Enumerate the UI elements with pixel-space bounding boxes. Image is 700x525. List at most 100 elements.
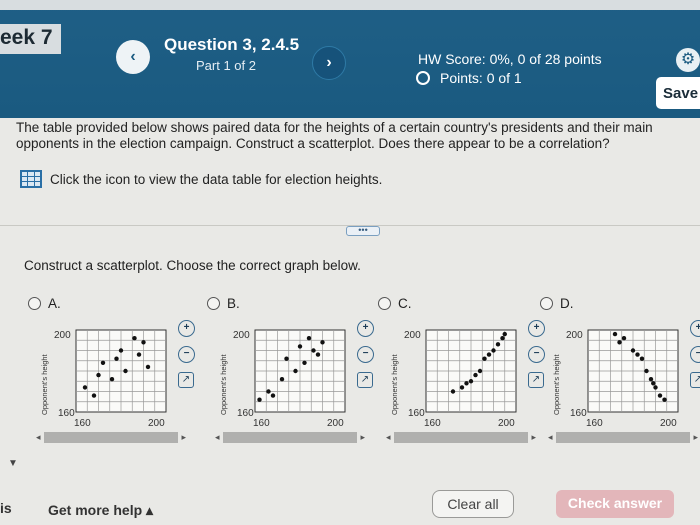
scroll-left-icon[interactable]: ◂: [36, 432, 41, 443]
data-point: [648, 377, 654, 382]
data-point: [315, 352, 321, 357]
zoom-in-icon[interactable]: +: [178, 320, 195, 337]
scroll-right-icon[interactable]: ▸: [360, 432, 365, 443]
scroll-left-icon[interactable]: ◂: [548, 432, 553, 443]
open-new-window-icon[interactable]: ↗: [357, 372, 373, 388]
question-title: Question 3, 2.4.5: [164, 35, 300, 54]
scroll-track[interactable]: [223, 432, 357, 443]
y-tick-bottom: 160: [570, 408, 587, 419]
data-point: [302, 360, 307, 365]
zoom-out-icon[interactable]: −: [528, 346, 545, 363]
zoom-in-icon[interactable]: +: [690, 320, 700, 337]
data-point: [617, 340, 622, 345]
open-new-window-icon[interactable]: ↗: [690, 372, 700, 388]
data-point: [118, 348, 124, 353]
assignment-header: eek 7 ‹ Question 3, 2.4.5 Part 1 of 2 › …: [0, 0, 700, 118]
open-new-window-icon[interactable]: ↗: [178, 372, 194, 388]
x-tick-right: 200: [660, 418, 677, 429]
next-question-button[interactable]: ›: [312, 46, 346, 80]
data-point: [266, 389, 271, 394]
option-radio[interactable]: [28, 297, 41, 310]
option-letter: D.: [560, 296, 574, 311]
scatterplot-c: [425, 329, 517, 417]
x-tick-left: 160: [74, 418, 91, 429]
y-tick-bottom: 160: [58, 408, 75, 419]
scroll-left-icon[interactable]: ◂: [386, 432, 391, 443]
scatterplot-b: [254, 329, 346, 417]
x-tick-right: 200: [148, 418, 165, 429]
question-part: Part 1 of 2: [196, 58, 256, 73]
question-text: The table provided below shows paired da…: [16, 120, 653, 151]
scroll-left-icon[interactable]: ◂: [215, 432, 220, 443]
scatterplot-d: [587, 329, 679, 417]
instruction-text: Construct a scatterplot. Choose the corr…: [24, 258, 361, 273]
data-point: [297, 344, 303, 349]
option-radio[interactable]: [540, 297, 553, 310]
horizontal-scrollbar[interactable]: ◂ ▸: [215, 432, 365, 443]
data-point: [293, 368, 298, 374]
scroll-track[interactable]: [394, 432, 528, 443]
horizontal-scrollbar[interactable]: ◂ ▸: [548, 432, 698, 443]
open-new-window-icon[interactable]: ↗: [528, 372, 544, 388]
zoom-in-icon[interactable]: +: [357, 320, 374, 337]
option-a[interactable]: A.: [28, 296, 61, 311]
scatterplot-a: [75, 329, 167, 417]
data-point: [136, 352, 142, 357]
settings-gear-icon[interactable]: ⚙: [676, 48, 700, 72]
data-point: [91, 393, 97, 398]
data-point: [502, 331, 507, 337]
x-tick-left: 160: [424, 418, 441, 429]
data-point: [279, 377, 285, 382]
data-point: [644, 368, 649, 374]
option-letter: A.: [48, 296, 61, 311]
check-answer-button[interactable]: Check answer: [556, 490, 674, 518]
data-point: [473, 372, 478, 378]
data-point: [477, 368, 483, 374]
y-tick-bottom: 160: [237, 408, 254, 419]
y-tick-top: 200: [54, 330, 71, 341]
zoom-out-icon[interactable]: −: [357, 346, 374, 363]
zoom-out-icon[interactable]: −: [690, 346, 700, 363]
expand-more-button[interactable]: •••: [346, 226, 380, 236]
save-button[interactable]: Save: [656, 77, 700, 109]
data-point: [114, 356, 119, 361]
data-point: [96, 372, 101, 378]
option-b[interactable]: B.: [207, 296, 240, 311]
zoom-in-icon[interactable]: +: [528, 320, 545, 337]
previous-question-button[interactable]: ‹: [116, 40, 150, 74]
clear-all-button[interactable]: Clear all: [432, 490, 514, 518]
horizontal-scrollbar[interactable]: ◂ ▸: [386, 432, 536, 443]
option-radio[interactable]: [378, 297, 391, 310]
scroll-track[interactable]: [44, 432, 178, 443]
get-more-help-button[interactable]: Get more help ▴: [48, 502, 153, 519]
data-point: [482, 356, 487, 361]
option-d[interactable]: D.: [540, 296, 574, 311]
points-status: Points: 0 of 1: [416, 70, 522, 86]
scroll-right-icon[interactable]: ▸: [531, 432, 536, 443]
data-point: [662, 397, 667, 402]
data-point: [657, 393, 663, 398]
collapse-triangle-icon[interactable]: ▼: [8, 458, 18, 469]
scroll-right-icon[interactable]: ▸: [693, 432, 698, 443]
y-axis-label: Opponent's height: [552, 354, 561, 415]
data-table-link[interactable]: Click the icon to view the data table fo…: [20, 170, 382, 188]
zoom-out-icon[interactable]: −: [178, 346, 195, 363]
option-c[interactable]: C.: [378, 296, 412, 311]
data-point: [306, 336, 312, 341]
y-axis-label: Opponent's height: [219, 354, 228, 415]
data-point: [651, 381, 656, 386]
plot-svg: [425, 329, 517, 413]
y-tick-top: 200: [404, 330, 421, 341]
scroll-right-icon[interactable]: ▸: [181, 432, 186, 443]
data-point: [464, 381, 469, 386]
x-tick-right: 200: [327, 418, 344, 429]
plot-svg: [75, 329, 167, 413]
top-strip: [0, 0, 700, 10]
data-table-icon[interactable]: [20, 170, 42, 188]
data-point: [311, 348, 316, 353]
option-letter: B.: [227, 296, 240, 311]
chevron-right-icon: ›: [326, 54, 332, 71]
scroll-track[interactable]: [556, 432, 690, 443]
horizontal-scrollbar[interactable]: ◂ ▸: [36, 432, 186, 443]
option-radio[interactable]: [207, 297, 220, 310]
